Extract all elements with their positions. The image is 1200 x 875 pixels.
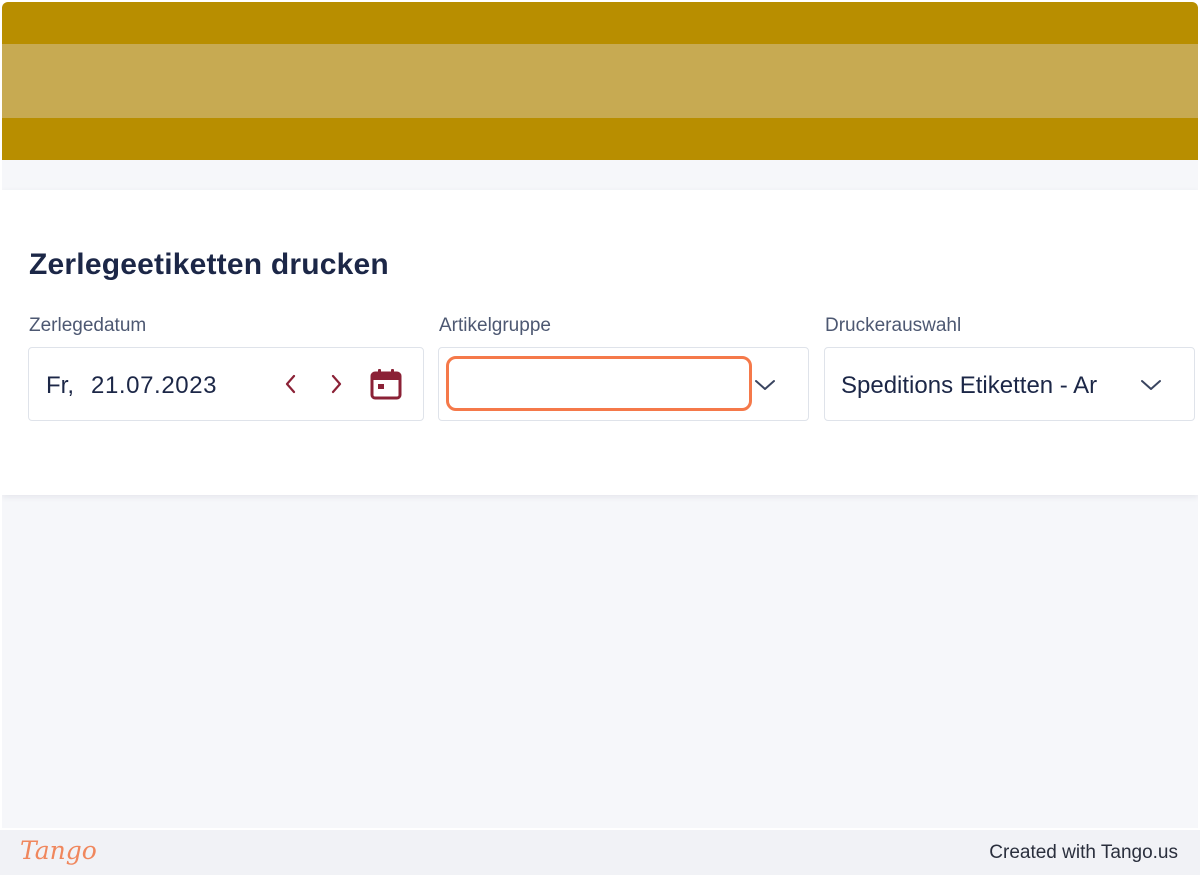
date-value[interactable]: 21.07.2023 [91, 372, 217, 400]
article-group-select[interactable] [438, 347, 809, 421]
page-title: Zerlegeetiketten drucken [29, 248, 389, 281]
date-field[interactable]: Fr, 21.07.2023 [28, 347, 424, 421]
chevron-down-icon[interactable] [750, 370, 780, 400]
top-banner [2, 2, 1198, 160]
chevron-right-icon[interactable] [321, 369, 351, 399]
tango-footer: Tango Created with Tango.us [0, 830, 1200, 875]
date-weekday: Fr, [46, 372, 74, 399]
tango-logo: Tango [20, 836, 97, 865]
chevron-down-icon[interactable] [1136, 370, 1166, 400]
label-print-card: Zerlegeetiketten drucken Zerlegedatum Fr… [2, 190, 1198, 495]
date-field-label: Zerlegedatum [29, 315, 147, 336]
printer-select[interactable]: Speditions Etiketten - Ar [824, 347, 1195, 421]
banner-stripe [2, 44, 1198, 118]
tango-credit: Created with Tango.us [989, 842, 1178, 863]
app-window: Zerlegeetiketten drucken Zerlegedatum Fr… [2, 2, 1198, 828]
printer-value: Speditions Etiketten - Ar [841, 372, 1098, 399]
chevron-left-icon[interactable] [276, 369, 306, 399]
printer-label: Druckerauswahl [825, 315, 962, 336]
article-group-label: Artikelgruppe [439, 315, 551, 336]
calendar-icon[interactable] [368, 366, 404, 402]
